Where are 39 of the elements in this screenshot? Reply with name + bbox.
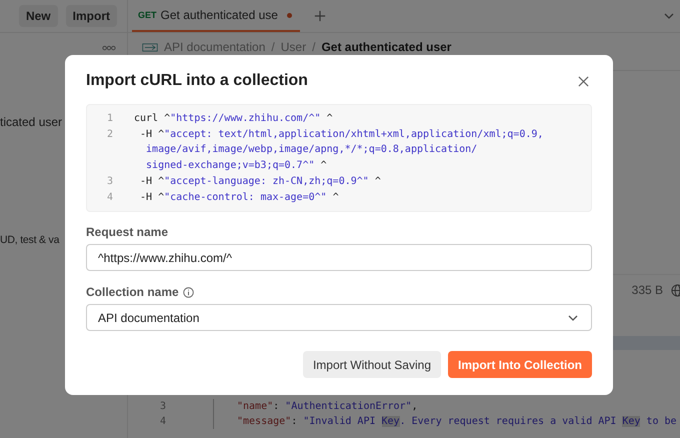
toolbar-button[interactable]: New <box>18 5 58 27</box>
line-number: 4 <box>158 416 167 427</box>
plus-icon[interactable] <box>314 10 326 22</box>
dialog-title: Import cURL into a collection <box>86 72 308 90</box>
code-line: -H ^"accept: text/html,application/xhtml+xml,application/xml;q=0.9, <box>139 128 544 142</box>
method-label: GET <box>138 10 157 20</box>
code-line: curl ^"https://www.zhihu.com/^" ^ <box>134 112 333 126</box>
code-line: "name": "AuthenticationError", <box>237 401 418 412</box>
info-icon[interactable] <box>182 286 194 298</box>
line-number: 2 <box>107 128 114 142</box>
breadcrumb-separator: / <box>312 41 316 54</box>
import-button[interactable]: Import Into Collection <box>448 351 592 378</box>
line-number: 1 <box>107 112 114 126</box>
chevron-down-icon[interactable] <box>664 13 674 19</box>
import-without-saving-button[interactable]: Import Without Saving <box>302 351 441 378</box>
breadcrumb-item[interactable]: API documentation <box>164 41 266 54</box>
line-number: 4 <box>107 190 114 205</box>
http-icon <box>142 41 158 54</box>
line-number: 3 <box>107 174 114 189</box>
more-icon[interactable] <box>102 45 116 51</box>
breadcrumb-item[interactable]: User <box>280 41 306 54</box>
breadcrumb-item: Get authenticated user <box>321 41 452 54</box>
field-label: Collection name <box>86 285 179 300</box>
code-line: signed-exchange;v=b3;q=0.7^" ^ <box>145 159 328 174</box>
breadcrumb-separator: / <box>271 41 275 54</box>
code-line: -H ^"cache-control: max-age=0^" ^ <box>139 190 339 205</box>
close-icon[interactable] <box>578 76 589 86</box>
tab-label: Get authenticated use <box>160 8 278 22</box>
code-line: -H ^"accept-language: zh-CN,zh;q=0.9^" ^ <box>139 174 381 189</box>
code-line: image/avif,image/webp,image/apng,*/*;q=0.8,application/ <box>145 143 478 158</box>
toolbar-button[interactable]: Import <box>66 5 117 27</box>
response-size: 335 B <box>632 283 663 297</box>
code-line: "message": "Invalid API Key. Every request requires a valid API Key to be <box>237 416 677 427</box>
field-label: Request name <box>86 225 170 240</box>
line-number: 3 <box>158 401 167 412</box>
chevron-down-icon <box>568 314 578 321</box>
request-tab[interactable]: GET Get authenticated use <box>132 0 300 32</box>
collection-select[interactable]: API documentation <box>86 304 592 332</box>
request-name-input[interactable]: ^https://www.zhihu.com/^ <box>86 244 592 272</box>
